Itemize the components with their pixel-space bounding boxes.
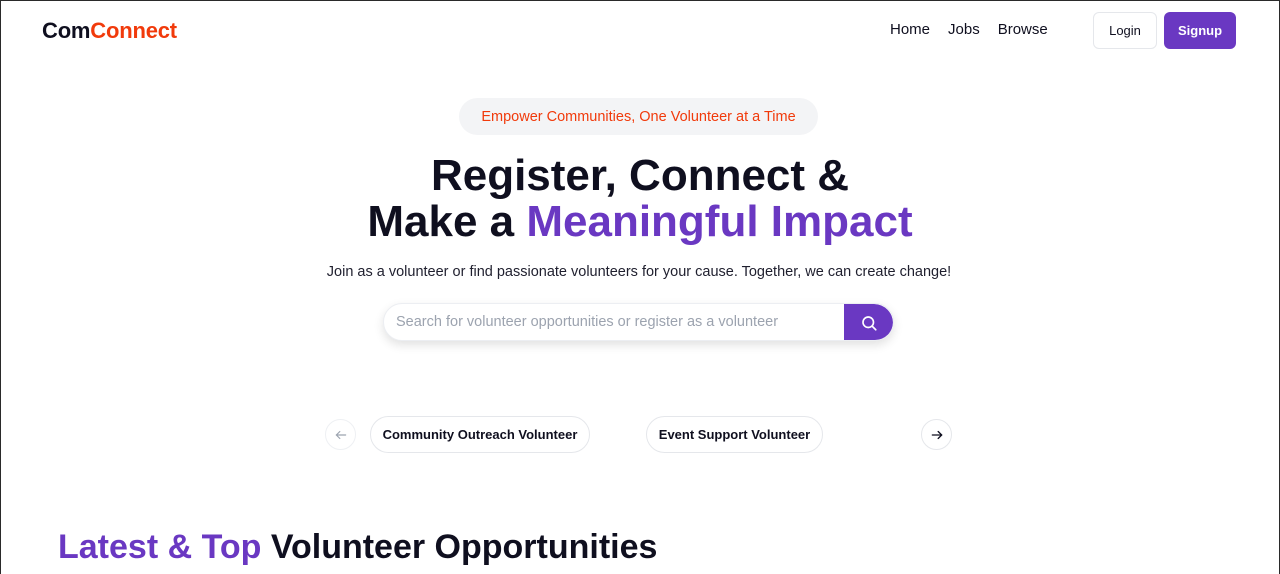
nav-link-jobs[interactable]: Jobs xyxy=(948,21,980,38)
hero-title: Register, Connect & Make a Meaningful Im… xyxy=(0,153,1280,245)
search-button[interactable] xyxy=(844,304,893,340)
arrow-right-icon xyxy=(931,430,942,439)
carousel-prev-button[interactable] xyxy=(325,419,356,450)
section-title-rest: Volunteer Opportunities xyxy=(261,528,658,566)
brand-name-part2: Connect xyxy=(90,18,177,43)
search-icon xyxy=(861,316,877,331)
signup-button[interactable]: Signup xyxy=(1164,12,1236,49)
nav-links: Home Jobs Browse xyxy=(890,21,1048,38)
navbar: ComConnect Home Jobs Browse Login Signup xyxy=(0,0,1280,64)
arrow-left-icon xyxy=(335,430,346,439)
section-title-highlight: Latest & Top xyxy=(58,528,262,566)
window-border xyxy=(0,0,1280,574)
carousel-item-community-outreach[interactable]: Community Outreach Volunteer xyxy=(370,416,590,453)
search-input[interactable] xyxy=(384,304,844,340)
search-bar xyxy=(383,303,894,341)
hero-title-line2-prefix: Make a xyxy=(367,197,527,246)
nav-link-browse[interactable]: Browse xyxy=(998,21,1048,38)
opportunities-section-title: Latest & Top Volunteer Opportunities xyxy=(58,528,657,567)
hero-title-highlight: Meaningful Impact xyxy=(526,197,913,246)
brand-name-part1: Com xyxy=(42,18,91,43)
hero-title-line1: Register, Connect & xyxy=(430,151,850,200)
login-button[interactable]: Login xyxy=(1093,12,1157,49)
hero-tagline-badge: Empower Communities, One Volunteer at a … xyxy=(459,98,818,135)
nav-link-home[interactable]: Home xyxy=(890,21,930,38)
hero-subtitle: Join as a volunteer or find passionate v… xyxy=(326,264,952,280)
brand-logo[interactable]: ComConnect xyxy=(42,18,177,44)
carousel-item-event-support[interactable]: Event Support Volunteer xyxy=(646,416,823,453)
carousel-next-button[interactable] xyxy=(921,419,952,450)
